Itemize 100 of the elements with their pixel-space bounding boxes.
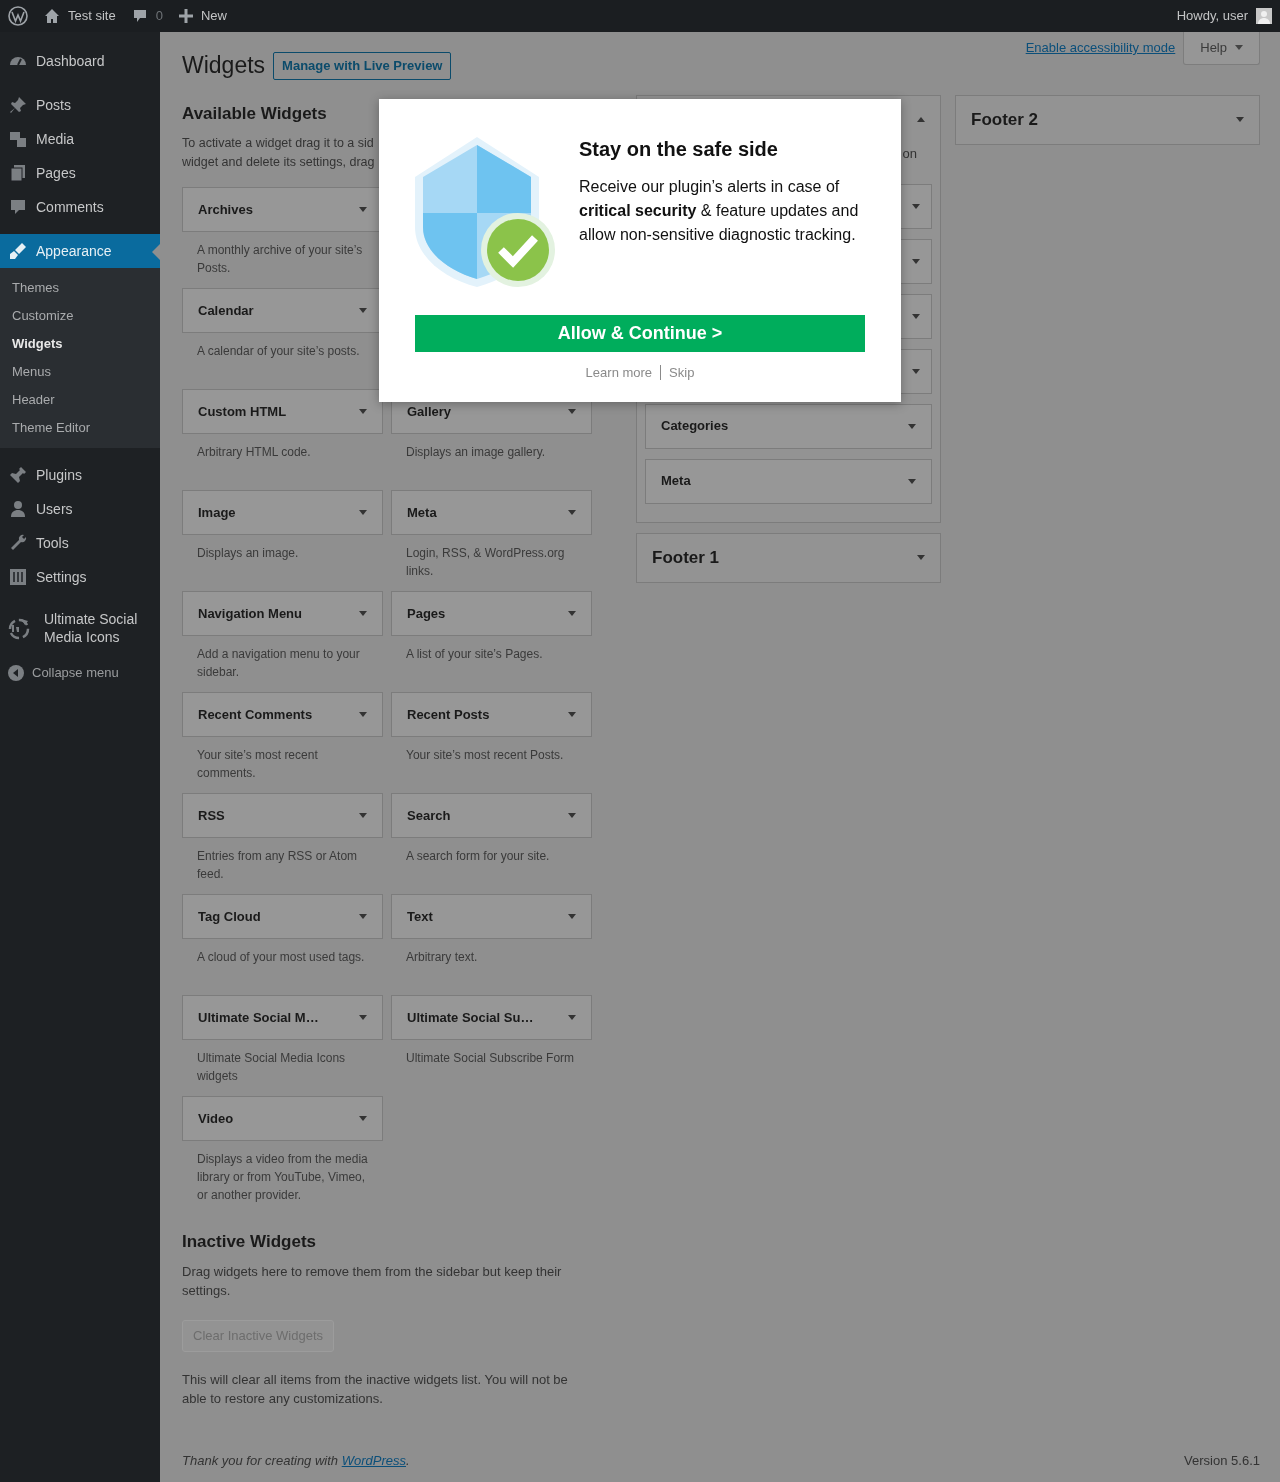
submenu-item[interactable]: Customize [0,302,160,330]
dialog-link[interactable]: Learn more [585,363,653,383]
widget-description: Arbitrary HTML code. [196,444,312,461]
widget-description: A calendar of your site’s posts. [196,343,361,360]
widget-header[interactable]: Video [182,1096,383,1141]
caret-down-icon[interactable] [917,555,925,561]
widget-description: Add a navigation menu to your sidebar. [196,646,361,681]
widget-header[interactable]: Meta [645,458,932,504]
caret-down-icon[interactable] [912,313,920,319]
plug-icon [8,465,28,485]
media-icon [8,129,28,149]
menu-item[interactable]: Posts [0,88,160,122]
widget-description: Your site’s most recent Posts. [405,747,565,764]
menu-item[interactable]: Ultimate Social Media Icons [0,604,160,652]
widget-header[interactable]: Image [182,490,383,535]
menu-item[interactable]: Comments [0,190,160,224]
caret-up-icon[interactable] [917,117,925,123]
caret-down-icon[interactable] [912,368,920,374]
section-description: Drag widgets here to remove them from the sidebar but keep their settings. [182,1263,563,1301]
site-link[interactable]: Test site [68,6,116,26]
widget-header[interactable]: Categories [645,403,932,449]
shield-check-icon [415,135,555,289]
user-icon [8,499,28,519]
speech-bubble-icon[interactable] [131,8,148,24]
caret-down-icon[interactable] [568,409,576,414]
caret-down-icon[interactable] [359,510,367,515]
caret-down-icon[interactable] [1235,45,1243,51]
caret-down-icon[interactable] [568,914,576,919]
submenu-item[interactable]: Menus [0,358,160,386]
submenu-item[interactable]: Header [0,386,160,414]
widget-header[interactable]: Pages [391,591,592,636]
menu-item[interactable]: Dashboard [0,44,160,78]
collapse-icon [8,665,24,681]
widget-header[interactable]: Navigation Menu [182,591,383,636]
menu-item[interactable]: Users [0,492,160,526]
caret-down-icon[interactable] [568,813,576,818]
sidebar-description: on [902,144,917,163]
widget-header[interactable]: Recent Comments [182,692,383,737]
footer-text: Thank you for creating with WordPress. [182,1451,410,1470]
caret-down-icon[interactable] [912,258,920,264]
new-link[interactable]: New [200,6,227,26]
widget-header[interactable]: Text [391,894,592,939]
widget-description: A search form for your site. [405,848,551,865]
menu-item[interactable]: Settings [0,560,160,594]
caret-down-icon[interactable] [1236,117,1244,123]
widget-description: Login, RSS, & WordPress.org links. [405,545,566,580]
comment-count: 0 [155,7,163,26]
caret-down-icon[interactable] [908,423,916,429]
help-button[interactable]: Help [1183,32,1260,65]
widget-header[interactable]: Meta [391,490,592,535]
caret-down-icon[interactable] [568,510,576,515]
page-title: Widgets [182,52,266,80]
note-text: This will clear all items from the inactive widgets list. You will not be able to restore any customizations. [182,1370,569,1408]
caret-down-icon[interactable] [359,409,367,414]
caret-down-icon[interactable] [359,1116,367,1121]
caret-down-icon[interactable] [359,207,367,212]
widget-header[interactable]: Search [391,793,592,838]
caret-down-icon[interactable] [359,1015,367,1020]
paintbrush-icon [8,241,28,261]
menu-item[interactable]: Media [0,122,160,156]
plus-icon[interactable] [178,9,193,23]
menu-item[interactable]: Plugins [0,458,160,492]
widget-header[interactable]: Ultimate Social Su… [391,995,592,1040]
howdy-text[interactable]: Howdy, user [1176,6,1248,26]
caret-down-icon[interactable] [908,478,916,484]
caret-down-icon[interactable] [568,712,576,717]
widget-description: Entries from any RSS or Atom feed. [196,848,359,883]
widget-description: Your site’s most recent comments. [196,747,319,782]
widget-header[interactable]: Ultimate Social M… [182,995,383,1040]
caret-down-icon[interactable] [568,611,576,616]
caret-down-icon[interactable] [359,914,367,919]
version-text: Version 5.6.1 [1184,1451,1260,1470]
pushpin-icon [8,95,28,115]
sidebar-header[interactable]: Footer 1 [637,533,940,582]
caret-down-icon[interactable] [568,1015,576,1020]
widget-header[interactable]: Recent Posts [391,692,592,737]
caret-down-icon[interactable] [359,611,367,616]
caret-down-icon[interactable] [359,712,367,717]
widget-description: Arbitrary text. [405,949,479,966]
widget-header[interactable]: Custom HTML [182,389,383,434]
section-heading: Inactive Widgets [182,1232,317,1253]
settings-icon [8,567,28,587]
collapse-menu-button[interactable]: Collapse menu [0,656,160,690]
submenu-item[interactable]: Theme Editor [0,414,160,442]
widget-header[interactable]: RSS [182,793,383,838]
submenu-item[interactable]: Widgets [0,330,160,358]
caret-down-icon[interactable] [359,813,367,818]
caret-down-icon[interactable] [912,203,920,209]
wordpress-logo-icon[interactable] [8,6,28,26]
section-heading: Available Widgets [182,103,328,124]
submenu-item[interactable]: Themes [0,274,160,302]
dialog-link[interactable]: Skip [669,363,695,383]
sidebar-header[interactable]: Footer 2 [956,95,1259,144]
widget-header[interactable]: Tag Cloud [182,894,383,939]
menu-item[interactable]: Appearance [0,234,160,268]
widget-description: A monthly archive of your site’s Posts. [196,242,364,277]
menu-item[interactable]: Tools [0,526,160,560]
widget-description: Displays an image gallery. [405,444,547,461]
menu-item[interactable]: Pages [0,156,160,190]
caret-down-icon[interactable] [359,308,367,313]
